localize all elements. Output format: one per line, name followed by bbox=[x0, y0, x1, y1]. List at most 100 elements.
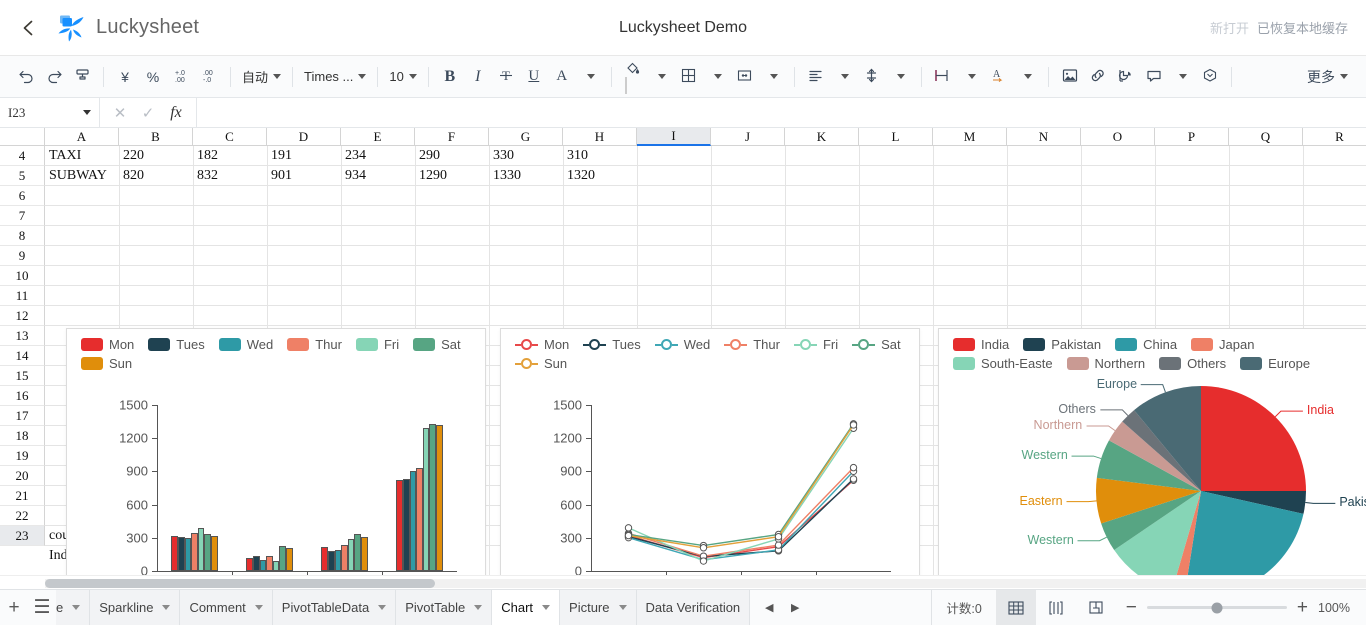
fill-color-button[interactable] bbox=[619, 62, 647, 94]
select-all-corner[interactable] bbox=[0, 128, 45, 146]
column-header-O[interactable]: O bbox=[1081, 128, 1155, 146]
grid-view-icon[interactable] bbox=[995, 590, 1036, 625]
extra-function-button[interactable] bbox=[1196, 63, 1224, 91]
horizontal-align-button[interactable] bbox=[802, 63, 830, 91]
column-header-A[interactable]: A bbox=[45, 128, 119, 146]
sheet-tab-picture[interactable]: Picture bbox=[560, 590, 637, 625]
cell-B5[interactable]: 820 bbox=[119, 166, 193, 186]
text-color-button[interactable]: A bbox=[548, 63, 576, 91]
scroll-thumb[interactable] bbox=[45, 579, 435, 588]
percent-format-button[interactable]: % bbox=[139, 63, 167, 91]
row-header-20[interactable]: 20 bbox=[0, 466, 45, 486]
chevron-down-icon[interactable] bbox=[162, 605, 171, 610]
cell-C4[interactable]: 182 bbox=[193, 146, 267, 166]
sheet-tab-data-verification[interactable]: Data Verification bbox=[636, 590, 751, 625]
column-header-D[interactable]: D bbox=[267, 128, 341, 146]
check-icon[interactable]: ✓ bbox=[134, 99, 162, 127]
legend-item-fri[interactable]: Fri bbox=[355, 337, 399, 352]
row-header-5[interactable]: 5 bbox=[0, 166, 45, 186]
more-options-button[interactable]: 更多 bbox=[1301, 63, 1354, 91]
row-header-16[interactable]: 16 bbox=[0, 386, 45, 406]
sheet-tab-comment[interactable]: Comment bbox=[180, 590, 273, 625]
column-header-H[interactable]: H bbox=[563, 128, 637, 146]
sheet-tab-pivottable[interactable]: PivotTable bbox=[396, 590, 493, 625]
cell-E5[interactable]: 934 bbox=[341, 166, 415, 186]
legend-item-mon[interactable]: Mon bbox=[81, 337, 134, 352]
cell-G4[interactable]: 330 bbox=[489, 146, 563, 166]
font-family-select[interactable]: Times ... bbox=[300, 63, 370, 91]
column-header-C[interactable]: C bbox=[193, 128, 267, 146]
row-header-15[interactable]: 15 bbox=[0, 366, 45, 386]
arrow-right-icon[interactable]: ▶ bbox=[784, 597, 806, 619]
chevron-down-icon[interactable] bbox=[474, 605, 483, 610]
insert-chart-button[interactable] bbox=[1112, 63, 1140, 91]
cell-G5[interactable]: 1330 bbox=[489, 166, 563, 186]
row-header-19[interactable]: 19 bbox=[0, 446, 45, 466]
bold-button[interactable]: B bbox=[436, 63, 464, 91]
zoom-out-button[interactable]: − bbox=[1126, 598, 1137, 617]
fx-icon[interactable]: fx bbox=[162, 99, 190, 127]
column-header-M[interactable]: M bbox=[933, 128, 1007, 146]
legend-item-tues[interactable]: Tues bbox=[583, 337, 641, 352]
chevron-down-icon[interactable] bbox=[542, 605, 551, 610]
column-header-F[interactable]: F bbox=[415, 128, 489, 146]
chart-card-line[interactable]: Mon Tues Wed Thur Fri Sat Sun 0 300 600 900 1200 15… bbox=[500, 328, 920, 575]
legend-item-sun[interactable]: Sun bbox=[515, 356, 567, 371]
sheet-tab-chart[interactable]: Chart bbox=[492, 590, 561, 625]
text-wrap-dropdown[interactable] bbox=[957, 63, 985, 91]
row-header-9[interactable]: 9 bbox=[0, 246, 45, 266]
zoom-in-button[interactable]: + bbox=[1297, 598, 1308, 617]
legend-item-japan[interactable]: Japan bbox=[1191, 337, 1254, 352]
legend-item-thur[interactable]: Thur bbox=[724, 337, 780, 352]
legend-item-wed[interactable]: Wed bbox=[654, 337, 710, 352]
text-rotate-dropdown[interactable] bbox=[1013, 63, 1041, 91]
horizontal-align-dropdown[interactable] bbox=[830, 63, 858, 91]
row-header-11[interactable]: 11 bbox=[0, 286, 45, 306]
column-header-I[interactable]: I bbox=[637, 128, 711, 146]
legend-item-sat[interactable]: Sat bbox=[852, 337, 901, 352]
cell-A4[interactable]: TAXI bbox=[45, 146, 119, 166]
formula-input[interactable] bbox=[197, 98, 1366, 127]
insert-image-button[interactable] bbox=[1056, 63, 1084, 91]
insert-comment-button[interactable] bbox=[1140, 63, 1168, 91]
back-button[interactable] bbox=[0, 0, 56, 56]
row-header-13[interactable]: 13 bbox=[0, 326, 45, 346]
legend-item-fri[interactable]: Fri bbox=[793, 337, 838, 352]
chevron-down-icon[interactable] bbox=[254, 605, 263, 610]
font-size-select[interactable]: 10 bbox=[385, 63, 420, 91]
close-icon[interactable]: ✕ bbox=[106, 99, 134, 127]
vertical-align-dropdown[interactable] bbox=[886, 63, 914, 91]
page-layout-icon[interactable] bbox=[1036, 590, 1076, 625]
cell-A5[interactable]: SUBWAY bbox=[45, 166, 119, 186]
legend-item-pakistan[interactable]: Pakistan bbox=[1023, 337, 1101, 352]
name-box[interactable]: I23 bbox=[0, 98, 100, 127]
insert-comment-dropdown[interactable] bbox=[1168, 63, 1196, 91]
row-header-17[interactable]: 17 bbox=[0, 406, 45, 426]
legend-item-thur[interactable]: Thur bbox=[287, 337, 342, 352]
number-format-select[interactable]: 自动 bbox=[238, 63, 285, 91]
legend-item-wed[interactable]: Wed bbox=[218, 337, 273, 352]
chevron-down-icon[interactable] bbox=[618, 605, 627, 610]
row-header-22[interactable]: 22 bbox=[0, 506, 45, 526]
insert-link-button[interactable] bbox=[1084, 63, 1112, 91]
chevron-down-icon[interactable] bbox=[72, 605, 81, 610]
column-header-Q[interactable]: Q bbox=[1229, 128, 1303, 146]
text-wrap-button[interactable] bbox=[929, 63, 957, 91]
underline-button[interactable]: U bbox=[520, 63, 548, 91]
chart-card-bar[interactable]: Mon Tues Wed Thur Fri Sat Sun 0 300 600 900 1200 15… bbox=[66, 328, 486, 575]
legend-item-india[interactable]: India bbox=[953, 337, 1009, 352]
legend-item-mon[interactable]: Mon bbox=[515, 337, 569, 352]
redo-button[interactable] bbox=[40, 63, 68, 91]
row-header-14[interactable]: 14 bbox=[0, 346, 45, 366]
italic-button[interactable]: I bbox=[464, 63, 492, 91]
undo-button[interactable] bbox=[12, 63, 40, 91]
sheet-menu-icon[interactable]: ☰ bbox=[28, 590, 56, 626]
cell-H4[interactable]: 310 bbox=[563, 146, 637, 166]
sheet-tab-sparkline[interactable]: Sparkline bbox=[90, 590, 181, 625]
row-header-6[interactable]: 6 bbox=[0, 186, 45, 206]
zoom-slider-thumb[interactable] bbox=[1211, 602, 1223, 613]
borders-button[interactable] bbox=[675, 63, 703, 91]
spreadsheet-grid[interactable]: ABCDEFGHIJKLMNOPQR 4 5 6 7 8 9 10 11 12 13 14 15 16 1… bbox=[0, 128, 1366, 575]
currency-format-button[interactable]: ¥ bbox=[111, 63, 139, 91]
column-header-G[interactable]: G bbox=[489, 128, 563, 146]
